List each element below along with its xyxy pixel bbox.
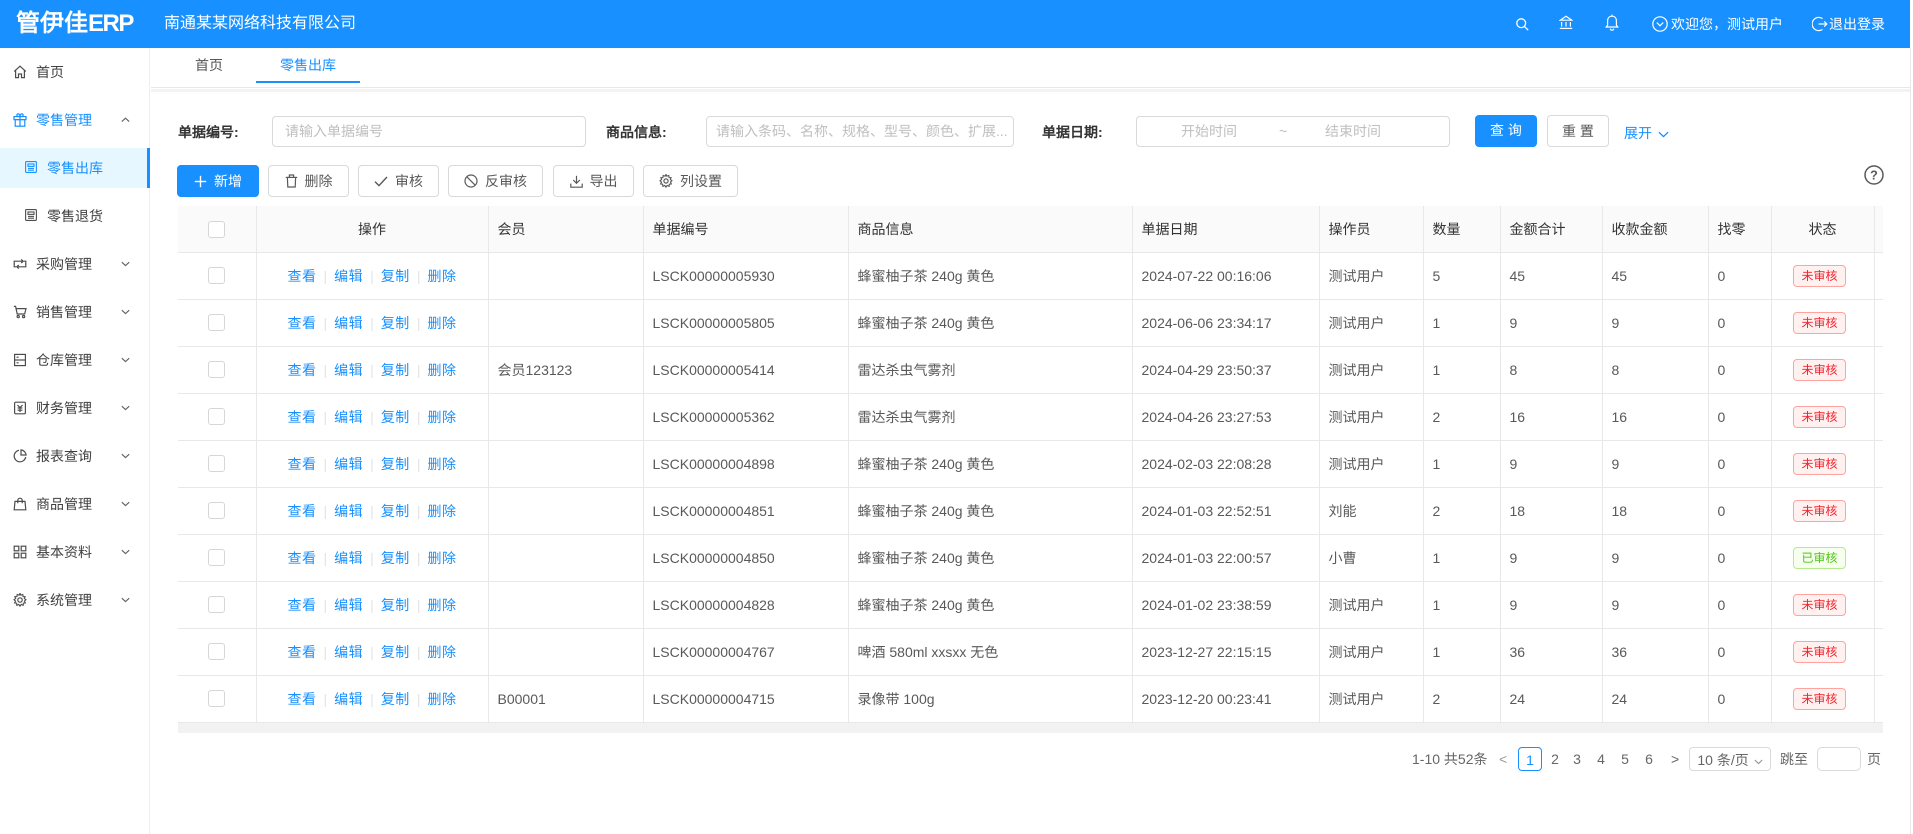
svg-text:?: ?: [1870, 169, 1878, 183]
